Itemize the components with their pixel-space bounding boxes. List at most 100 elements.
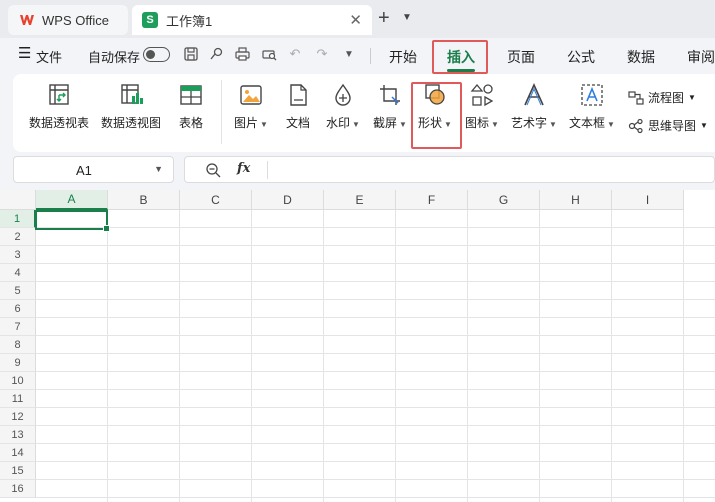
column-header-i[interactable]: I — [612, 190, 684, 210]
row-header-10[interactable]: 10 — [0, 372, 36, 390]
textbox-icon — [581, 84, 603, 106]
shape-label: 形状 — [418, 116, 443, 130]
new-tab-icon[interactable]: + — [378, 7, 390, 30]
ribbon-divider — [221, 80, 222, 144]
table-button[interactable]: 表格 — [178, 82, 204, 131]
pivot-chart-icon — [121, 84, 143, 104]
row-header-9[interactable]: 9 — [0, 354, 36, 372]
select-all-corner[interactable] — [0, 190, 36, 210]
screenshot-icon — [379, 85, 400, 105]
insert-function-icon[interactable]: fx — [237, 161, 250, 176]
wordart-button[interactable]: 艺术字 ▼ — [511, 82, 557, 131]
tab-home[interactable]: 开始 — [389, 47, 417, 67]
print-icon[interactable] — [233, 45, 251, 63]
column-header-a[interactable]: A — [36, 190, 108, 210]
spreadsheet-icon: S — [142, 12, 158, 28]
zoom-icon[interactable] — [205, 162, 221, 178]
row-header-5[interactable]: 5 — [0, 282, 36, 300]
row-header-8[interactable]: 8 — [0, 336, 36, 354]
formula-bar[interactable]: fx — [184, 156, 715, 183]
picture-dropdown-icon: ▼ — [260, 120, 268, 129]
row-header-11[interactable]: 11 — [0, 390, 36, 408]
mindmap-dropdown-icon: ▼ — [700, 121, 708, 130]
column-header-c[interactable]: C — [180, 190, 252, 210]
wps-home-label: WPS Office — [42, 12, 109, 28]
column-header-h[interactable]: H — [540, 190, 612, 210]
table-icon — [180, 85, 202, 105]
row-header-2[interactable]: 2 — [0, 228, 36, 246]
row-header-13[interactable]: 13 — [0, 426, 36, 444]
table-label: 表格 — [178, 116, 203, 130]
watermark-button[interactable]: 水印 ▼ — [326, 82, 360, 131]
row-header-16[interactable]: 16 — [0, 480, 36, 498]
export-pdf-icon[interactable] — [207, 45, 225, 63]
flowchart-button[interactable]: 流程图 ▼ — [628, 89, 696, 106]
row-header-7[interactable]: 7 — [0, 318, 36, 336]
file-menu[interactable]: 文件 — [36, 47, 62, 66]
active-tab-indicator — [447, 69, 475, 72]
tab-page[interactable]: 页面 — [507, 47, 535, 67]
cell-area[interactable] — [36, 210, 715, 502]
icon-library-icon — [470, 83, 494, 107]
screenshot-button[interactable]: 截屏 ▼ — [373, 82, 407, 131]
picture-button[interactable]: 图片 ▼ — [234, 82, 268, 131]
tab-data[interactable]: 数据 — [627, 47, 655, 67]
column-header-e[interactable]: E — [324, 190, 396, 210]
workbook-tab-label: 工作簿1 — [166, 13, 213, 29]
wordart-dropdown-icon: ▼ — [549, 120, 557, 129]
pivot-chart-label: 数据透视图 — [101, 116, 162, 130]
row-header-4[interactable]: 4 — [0, 264, 36, 282]
row-header-6[interactable]: 6 — [0, 300, 36, 318]
hamburger-menu-icon[interactable]: ☰ — [18, 44, 31, 62]
column-header-f[interactable]: F — [396, 190, 468, 210]
wordart-icon — [524, 83, 544, 106]
icon-label: 图标 — [465, 116, 490, 130]
column-header-g[interactable]: G — [468, 190, 540, 210]
row-header-3[interactable]: 3 — [0, 246, 36, 264]
pivot-chart-button[interactable]: 数据透视图 — [101, 82, 161, 131]
document-icon — [290, 84, 307, 106]
name-box-dropdown-icon[interactable]: ▼ — [154, 164, 163, 174]
formula-divider — [267, 161, 268, 179]
save-icon[interactable] — [182, 45, 200, 63]
cell-reference: A1 — [76, 163, 92, 178]
textbox-button[interactable]: 文本框 ▼ — [569, 82, 615, 131]
tab-list-chevron-icon[interactable]: ▼ — [402, 12, 412, 23]
autosave-label: 自动保存 — [88, 50, 141, 65]
title-tab-bar: WPS Office S 工作簿1 ✕ + ▼ — [0, 0, 715, 38]
column-header-b[interactable]: B — [108, 190, 180, 210]
undo-icon[interactable]: ↶ — [286, 45, 304, 63]
name-box[interactable]: A1 ▼ — [13, 156, 174, 183]
shape-button[interactable]: 形状 ▼ — [418, 82, 452, 131]
icon-dropdown-icon: ▼ — [491, 120, 499, 129]
watermark-dropdown-icon: ▼ — [352, 120, 360, 129]
spreadsheet-grid[interactable]: ABCDEFGHI 1 2 3 4 5 6 7 8 9 10 11 12 13 14 15 16 — [0, 190, 715, 502]
shape-icon — [425, 84, 445, 105]
wordart-label: 艺术字 — [511, 116, 548, 130]
wps-logo-icon — [20, 15, 34, 25]
shape-dropdown-icon: ▼ — [444, 120, 452, 129]
wps-home-tab[interactable]: WPS Office — [8, 5, 128, 35]
pivot-table-button[interactable]: 数据透视表 — [29, 82, 89, 131]
row-header-14[interactable]: 14 — [0, 444, 36, 462]
document-button[interactable]: 文档 — [285, 82, 311, 131]
workbook-tab[interactable]: S 工作簿1 ✕ — [132, 5, 372, 35]
tab-formulas[interactable]: 公式 — [567, 47, 595, 67]
row-header-15[interactable]: 15 — [0, 462, 36, 480]
tab-insert[interactable]: 插入 — [447, 47, 475, 67]
mindmap-button[interactable]: 思维导图 ▼ — [628, 117, 708, 134]
autosave-toggle[interactable] — [143, 47, 170, 62]
active-cell-a1[interactable] — [35, 210, 110, 232]
tab-review[interactable]: 审阅 — [687, 47, 715, 67]
quick-access-more-icon[interactable]: ▼ — [340, 45, 358, 63]
textbox-label: 文本框 — [569, 116, 606, 130]
row-header-12[interactable]: 12 — [0, 408, 36, 426]
icon-button[interactable]: 图标 ▼ — [465, 82, 499, 131]
close-tab-icon[interactable]: ✕ — [349, 11, 362, 29]
redo-icon[interactable]: ↷ — [313, 45, 331, 63]
print-preview-icon[interactable] — [260, 45, 278, 63]
textbox-dropdown-icon: ▼ — [607, 120, 615, 129]
picture-icon — [240, 85, 262, 105]
column-header-d[interactable]: D — [252, 190, 324, 210]
row-header-1[interactable]: 1 — [0, 210, 36, 228]
